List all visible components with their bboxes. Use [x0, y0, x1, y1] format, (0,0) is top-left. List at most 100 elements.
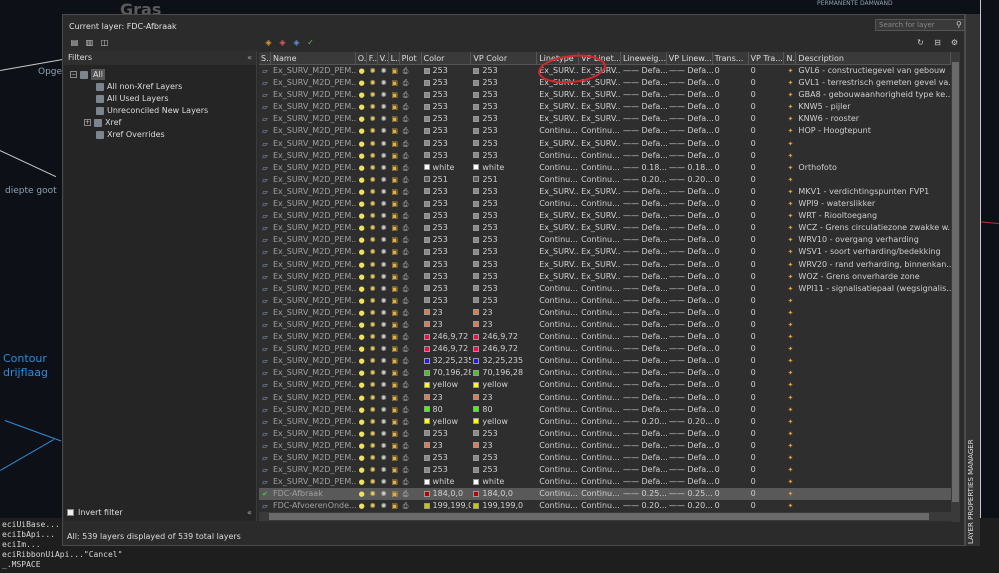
status-cell[interactable]: ▱	[259, 271, 271, 283]
vp-freeze-cell[interactable]: ✺	[378, 500, 389, 512]
linetype-cell[interactable]: Continu...	[537, 295, 579, 307]
vp-freeze-cell[interactable]: ✺	[378, 259, 389, 271]
on-cell[interactable]: ●	[356, 65, 367, 77]
vp-transparency-cell[interactable]: 0	[749, 476, 785, 488]
vp-linetype-cell[interactable]: Ex_SURV...	[579, 246, 621, 258]
on-cell[interactable]: ●	[356, 174, 367, 186]
freeze-cell[interactable]: ✺	[367, 113, 378, 125]
vp-linetype-cell[interactable]: Continu...	[579, 198, 621, 210]
freeze-cell[interactable]: ✺	[367, 331, 378, 343]
column-header[interactable]: Trans...	[713, 52, 749, 64]
vp-transparency-cell[interactable]: 0	[749, 392, 785, 404]
color-cell[interactable]: 253	[422, 77, 472, 89]
vp-lineweight-cell[interactable]: —— Defa...	[667, 198, 713, 210]
column-header[interactable]: N..	[784, 52, 797, 64]
vp-freeze-cell[interactable]: ✺	[378, 65, 389, 77]
description-cell[interactable]	[796, 295, 951, 307]
layer-name-cell[interactable]: Ex_SURV_M2D_PEM...	[271, 65, 356, 77]
vp-linetype-cell[interactable]: Ex_SURV...	[579, 101, 621, 113]
linetype-cell[interactable]: Continu...	[537, 488, 579, 500]
new-vp-freeze-cell[interactable]: ✦	[784, 476, 796, 488]
invert-filter-checkbox[interactable]	[67, 509, 74, 516]
freeze-cell[interactable]: ✺	[367, 283, 378, 295]
plot-cell[interactable]: ⎙	[400, 174, 422, 186]
color-cell[interactable]: 199,199,0	[422, 500, 471, 512]
status-cell[interactable]: ▱	[259, 234, 271, 246]
plot-cell[interactable]: ⎙	[400, 440, 422, 452]
column-header[interactable]: Color	[422, 52, 472, 64]
vp-lineweight-cell[interactable]: —— 0.20...	[667, 500, 713, 512]
vp-freeze-cell[interactable]: ✺	[378, 355, 389, 367]
layer-row[interactable]: ▱ Ex_SURV_M2D_PEM... ● ✺ ✺ ▣ ⎙ 253 253 Continu...…	[259, 452, 951, 464]
new-vp-freeze-cell[interactable]: ✦	[784, 428, 796, 440]
vp-transparency-cell[interactable]: 0	[749, 174, 785, 186]
freeze-cell[interactable]: ✺	[367, 416, 378, 428]
transparency-cell[interactable]: 0	[713, 392, 749, 404]
status-cell[interactable]: ▱	[259, 319, 271, 331]
palette-side-bar[interactable]: LAYER PROPERTIES MANAGER	[965, 14, 980, 546]
transparency-cell[interactable]: 0	[713, 174, 749, 186]
transparency-cell[interactable]: 0	[713, 416, 749, 428]
new-vp-freeze-cell[interactable]: ✦	[784, 283, 796, 295]
freeze-cell[interactable]: ✺	[367, 77, 378, 89]
color-cell[interactable]: 253	[422, 65, 472, 77]
vp-transparency-cell[interactable]: 0	[749, 125, 785, 137]
linetype-cell[interactable]: Continu...	[537, 392, 579, 404]
vp-lineweight-cell[interactable]: —— Defa...	[667, 307, 713, 319]
transparency-cell[interactable]: 0	[713, 222, 749, 234]
vp-freeze-cell[interactable]: ✺	[378, 440, 389, 452]
transparency-cell[interactable]: 0	[713, 404, 749, 416]
layer-name-cell[interactable]: Ex_SURV_M2D_PEM...	[271, 174, 356, 186]
lock-cell[interactable]: ▣	[389, 283, 400, 295]
vp-lineweight-cell[interactable]: —— Defa...	[667, 404, 713, 416]
linetype-cell[interactable]: Continu...	[537, 343, 579, 355]
on-cell[interactable]: ●	[356, 234, 367, 246]
layer-name-cell[interactable]: Ex_SURV_M2D_PEM...	[271, 392, 356, 404]
filter-xref-overrides[interactable]: Xref Overrides	[96, 129, 165, 140]
vp-color-cell[interactable]: 253	[471, 77, 537, 89]
vp-freeze-cell[interactable]: ✺	[378, 476, 389, 488]
on-cell[interactable]: ●	[356, 125, 367, 137]
description-cell[interactable]	[796, 174, 951, 186]
linetype-cell[interactable]: Ex_SURV...	[537, 113, 579, 125]
vp-transparency-cell[interactable]: 0	[749, 307, 785, 319]
transparency-cell[interactable]: 0	[713, 271, 749, 283]
color-cell[interactable]: yellow	[422, 416, 472, 428]
vp-color-cell[interactable]: 80	[471, 404, 537, 416]
lineweight-cell[interactable]: —— 0.20...	[621, 416, 667, 428]
new-vp-freeze-cell[interactable]: ✦	[784, 416, 796, 428]
new-layer-vp-frozen-icon[interactable]: ◈	[277, 38, 288, 47]
vp-color-cell[interactable]: yellow	[471, 379, 537, 391]
vp-transparency-cell[interactable]: 0	[749, 89, 785, 101]
color-cell[interactable]: 246,9,72	[422, 343, 472, 355]
transparency-cell[interactable]: 0	[713, 488, 749, 500]
transparency-cell[interactable]: 0	[713, 210, 749, 222]
lineweight-cell[interactable]: —— Defa...	[621, 476, 667, 488]
layer-name-cell[interactable]: Ex_SURV_M2D_PEM...	[271, 319, 356, 331]
vp-lineweight-cell[interactable]: —— Defa...	[667, 65, 713, 77]
description-cell[interactable]	[796, 150, 951, 162]
layer-name-cell[interactable]: Ex_SURV_M2D_PEM...	[271, 343, 356, 355]
vp-color-cell[interactable]: 253	[471, 138, 537, 150]
transparency-cell[interactable]: 0	[713, 234, 749, 246]
on-cell[interactable]: ●	[356, 283, 367, 295]
on-cell[interactable]: ●	[356, 379, 367, 391]
description-cell[interactable]	[796, 355, 951, 367]
transparency-cell[interactable]: 0	[713, 162, 749, 174]
color-cell[interactable]: 70,196,28	[422, 367, 471, 379]
vp-freeze-cell[interactable]: ✺	[378, 77, 389, 89]
vp-transparency-cell[interactable]: 0	[749, 416, 785, 428]
layer-name-cell[interactable]: Ex_SURV_M2D_PEM...	[271, 379, 356, 391]
column-header[interactable]: Lineweig...	[621, 52, 667, 64]
vp-lineweight-cell[interactable]: —— Defa...	[667, 125, 713, 137]
vp-linetype-cell[interactable]: Continu...	[579, 162, 621, 174]
status-cell[interactable]: ▱	[259, 210, 271, 222]
color-cell[interactable]: 80	[422, 404, 472, 416]
vp-freeze-cell[interactable]: ✺	[378, 174, 389, 186]
vp-freeze-cell[interactable]: ✺	[378, 319, 389, 331]
linetype-cell[interactable]: Continu...	[537, 500, 579, 512]
new-vp-freeze-cell[interactable]: ✦	[784, 138, 796, 150]
vp-lineweight-cell[interactable]: —— Defa...	[667, 101, 713, 113]
vp-color-cell[interactable]: 199,199,0	[471, 500, 537, 512]
on-cell[interactable]: ●	[356, 77, 367, 89]
